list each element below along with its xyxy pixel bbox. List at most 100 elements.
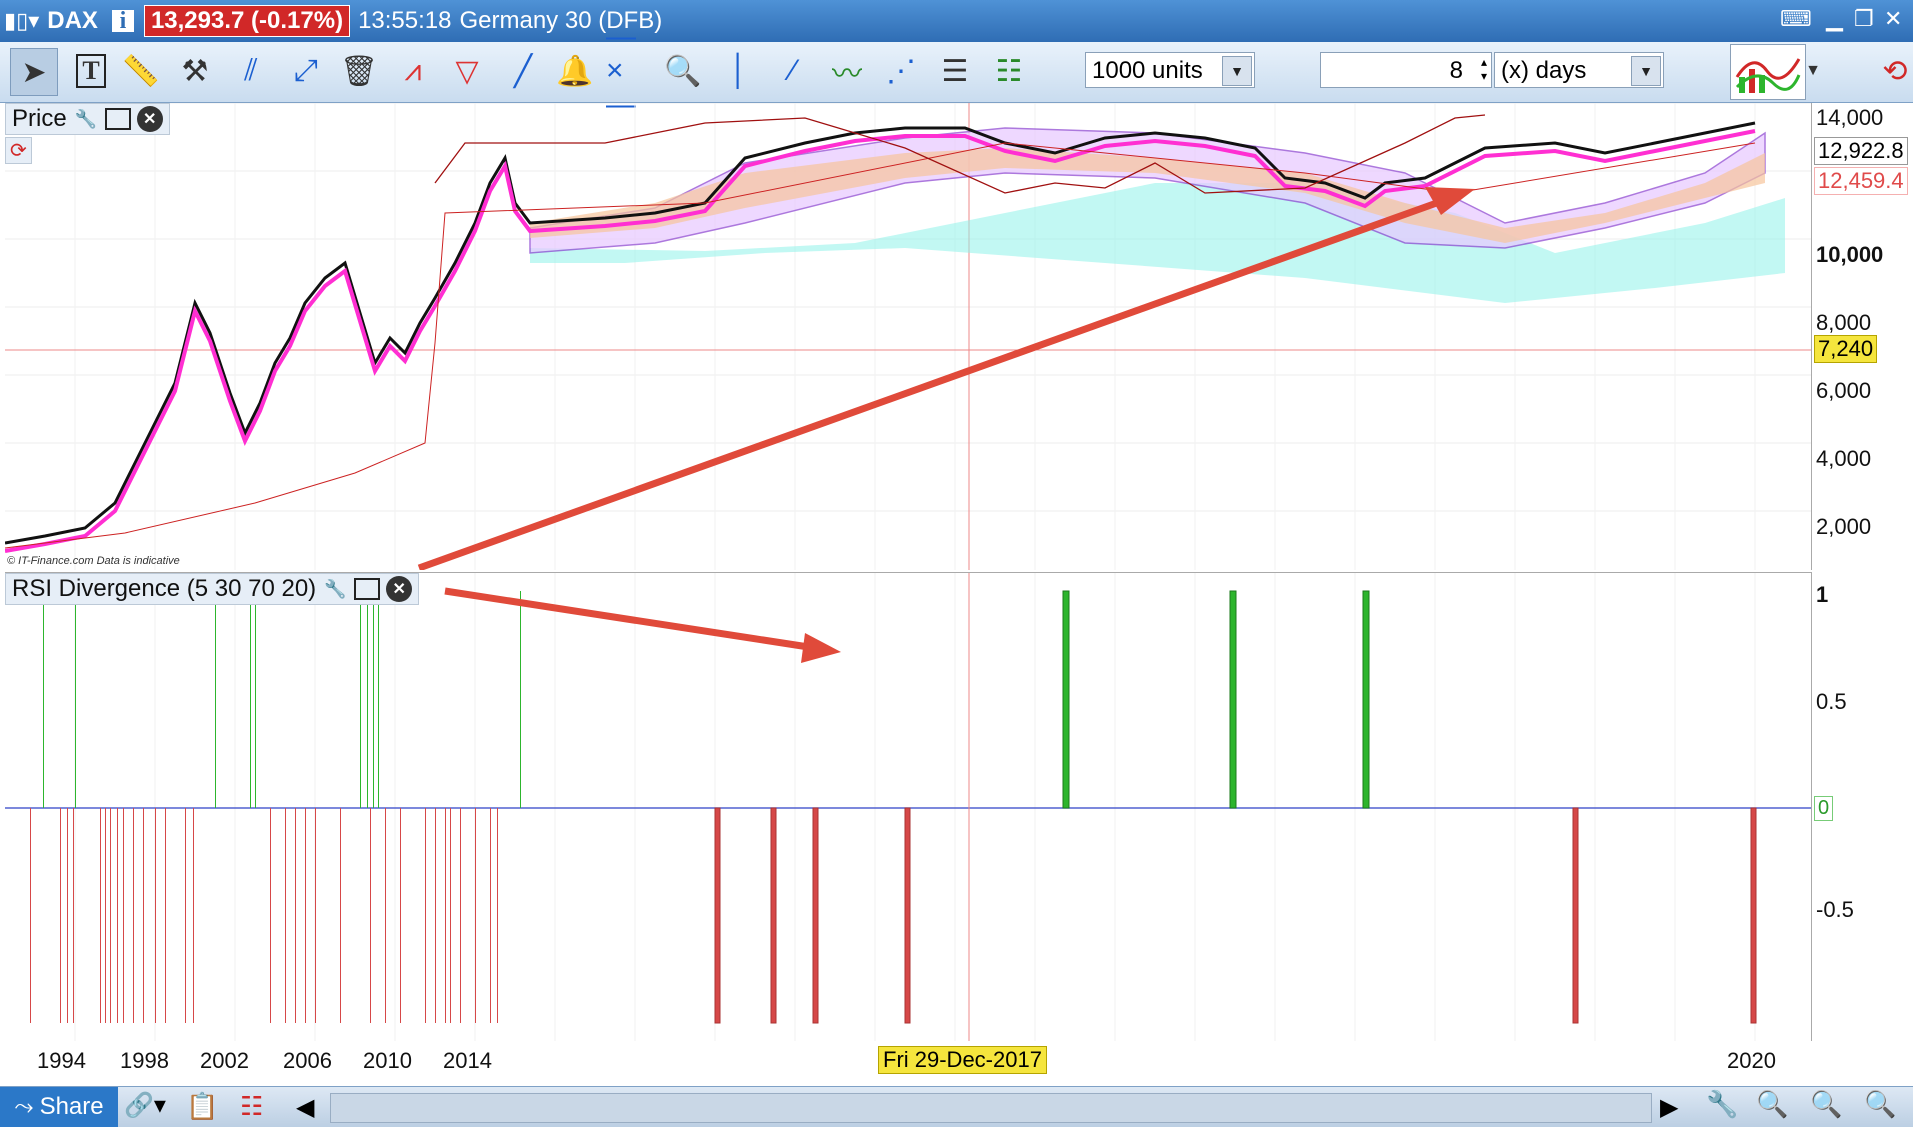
y-tick: 0 [1814,796,1834,821]
x-axis[interactable]: 1994 1998 2002 2006 2010 2014 Fri 29-Dec… [5,1042,1811,1084]
close-icon[interactable]: ✕ [136,106,163,132]
rsi-pane[interactable]: RSI Divergence (5 30 70 20) 🔧 ✕ [5,572,1812,1041]
share-label: Share [39,1093,104,1120]
bearish-bar [1572,807,1579,1024]
bullish-bar [1362,590,1370,809]
symbol-label[interactable]: DAX [47,7,98,35]
zoom-icon[interactable]: 🔍 [660,48,706,94]
ruler-icon[interactable]: 📏 [118,48,164,94]
fan-icon[interactable]: ⋰ [878,48,924,94]
chevron-down-icon[interactable]: ▼ [1631,56,1661,86]
triangle-icon[interactable]: ▽ [444,48,490,94]
price-chart[interactable] [5,103,1811,570]
x-tick: 2020 [1727,1048,1776,1073]
price-pane[interactable]: Price 🔧 ✕ ⟳ © IT-Finance.com Data is ind… [5,103,1812,570]
bearish-bar [475,808,476,1023]
bullish-bar [215,591,216,808]
bearish-bar [490,808,491,1023]
close-window-icon[interactable]: ✕ [1884,6,1902,32]
bullish-bar [43,591,44,808]
chevron-down-icon[interactable]: ▼ [1222,56,1252,86]
arrow-annotation [444,587,816,652]
ma-price-label: 12,459.4 [1814,167,1908,195]
bearish-bar [904,807,911,1024]
cursor-icon[interactable]: ➤ [10,48,58,96]
minimize-icon[interactable]: ▁ [1826,6,1843,32]
parallel-lines-icon[interactable]: ⫽ [228,48,274,94]
trash-icon[interactable]: 🗑 [336,48,382,94]
bearish-bar [295,808,296,1023]
zoom-in-icon[interactable]: 🔍 [1864,1089,1896,1120]
info-icon[interactable]: i [111,9,134,33]
y-tick: 2,000 [1816,514,1872,539]
wrench-icon[interactable]: 🔧 [1706,1089,1738,1120]
drawing-toolbar: ➤ T 📏 ⚒ ⫽ ⤢ 🗑 ⩘ ▽ ╱ 🔔 —×— 🔍 │ ⁄ 〰 ⋰ ☰ ☷ … [0,20,1913,121]
units-select-value: 1000 units [1092,57,1203,84]
indicator-icon[interactable] [1730,44,1806,100]
last-price-label: 12,922.8 [1814,137,1908,165]
zoom-out-icon[interactable]: 🔍 [1810,1089,1842,1120]
bars-icon[interactable]: ☷ [240,1091,263,1122]
share-button[interactable]: ⤳ Share [0,1087,118,1127]
period-input[interactable]: 8 ▴ ▾ [1320,52,1492,88]
bearish-bar [143,808,144,1023]
alert-bell-icon[interactable]: 🔔 [552,48,598,94]
link-icon[interactable]: 🔗▾ [124,1091,166,1120]
fibonacci-icon[interactable]: ☰ [932,48,978,94]
quote-time: 13:55:18 [358,7,452,34]
price-panel-label: Price [12,105,67,132]
rsi-chart[interactable] [5,573,1811,1041]
zoom-fit-icon[interactable]: 🔍 [1756,1089,1788,1120]
wrench-icon[interactable]: 🔧 [322,576,348,602]
stepper-icon[interactable]: ▴ ▾ [1481,55,1487,83]
horizontal-line-icon[interactable]: —×— [606,20,652,121]
trendline-icon[interactable]: ⤢ [283,48,329,94]
bearish-bar [133,808,134,1023]
window-icon[interactable] [354,578,381,600]
bearish-bar [770,807,777,1024]
sync-icon[interactable]: ⟳ [5,137,32,164]
vertical-line-icon[interactable]: │ [716,48,762,94]
bearish-bar [1750,807,1757,1024]
candles-icon[interactable]: ▮▯▾ [4,8,39,34]
tools-icon[interactable]: ⚒ [172,48,218,94]
x-tick: 2014 [443,1048,492,1073]
wave-icon[interactable]: 〰 [824,48,870,94]
units-select[interactable]: 1000 units ▼ [1085,52,1255,88]
x-tick: 2010 [363,1048,412,1073]
horizontal-scrollbar[interactable] [330,1093,1652,1123]
y-tick: 6,000 [1816,378,1872,403]
price-axis[interactable]: 14,000 12,922.8 12,459.4 10,000 8,000 7,… [1812,103,1913,570]
refresh-icon[interactable]: ⟲ [1880,48,1910,94]
pattern-icon[interactable]: ⩘ [390,48,436,94]
bearish-bar [155,808,156,1023]
report-icon[interactable]: 📋 [186,1091,218,1122]
bearish-bar [305,808,306,1023]
restore-icon[interactable]: ❐ [1854,6,1874,32]
bullish-bar [373,591,374,808]
bearish-bar [117,808,118,1023]
period-input-value: 8 [1449,57,1463,84]
rsi-panel-label: RSI Divergence (5 30 70 20) [12,575,317,602]
title-bar: ▮▯▾ DAX i 13,293.7 (-0.17%) 13:55:18 Ger… [0,0,1913,42]
keyboard-icon[interactable]: ⌨ [1780,6,1812,32]
chevron-down-icon[interactable]: ▼ [1805,48,1821,94]
close-icon[interactable]: ✕ [386,576,413,602]
rsi-axis[interactable]: 1 0.5 0 -0.5 [1812,572,1913,1040]
text-icon[interactable]: T [68,48,114,94]
period-unit-value: (x) days [1501,57,1587,84]
crosshair-price-label: 7,240 [1814,335,1878,363]
y-tick: -0.5 [1816,897,1854,922]
wrench-icon[interactable]: 🔧 [73,106,99,132]
fibonacci-ext-icon[interactable]: ☷ [986,48,1032,94]
bearish-bar [60,808,61,1023]
window-icon[interactable] [104,108,131,130]
segment-icon[interactable]: ⁄ [770,48,816,94]
bearish-bar [110,808,111,1023]
bearish-bar [67,808,68,1023]
scroll-left-icon[interactable]: ◀ [296,1093,314,1122]
scroll-right-icon[interactable]: ▶ [1660,1093,1678,1122]
ray-icon[interactable]: ╱ [500,48,546,94]
bearish-bar [100,808,101,1023]
period-unit-select[interactable]: (x) days ▼ [1494,52,1664,88]
